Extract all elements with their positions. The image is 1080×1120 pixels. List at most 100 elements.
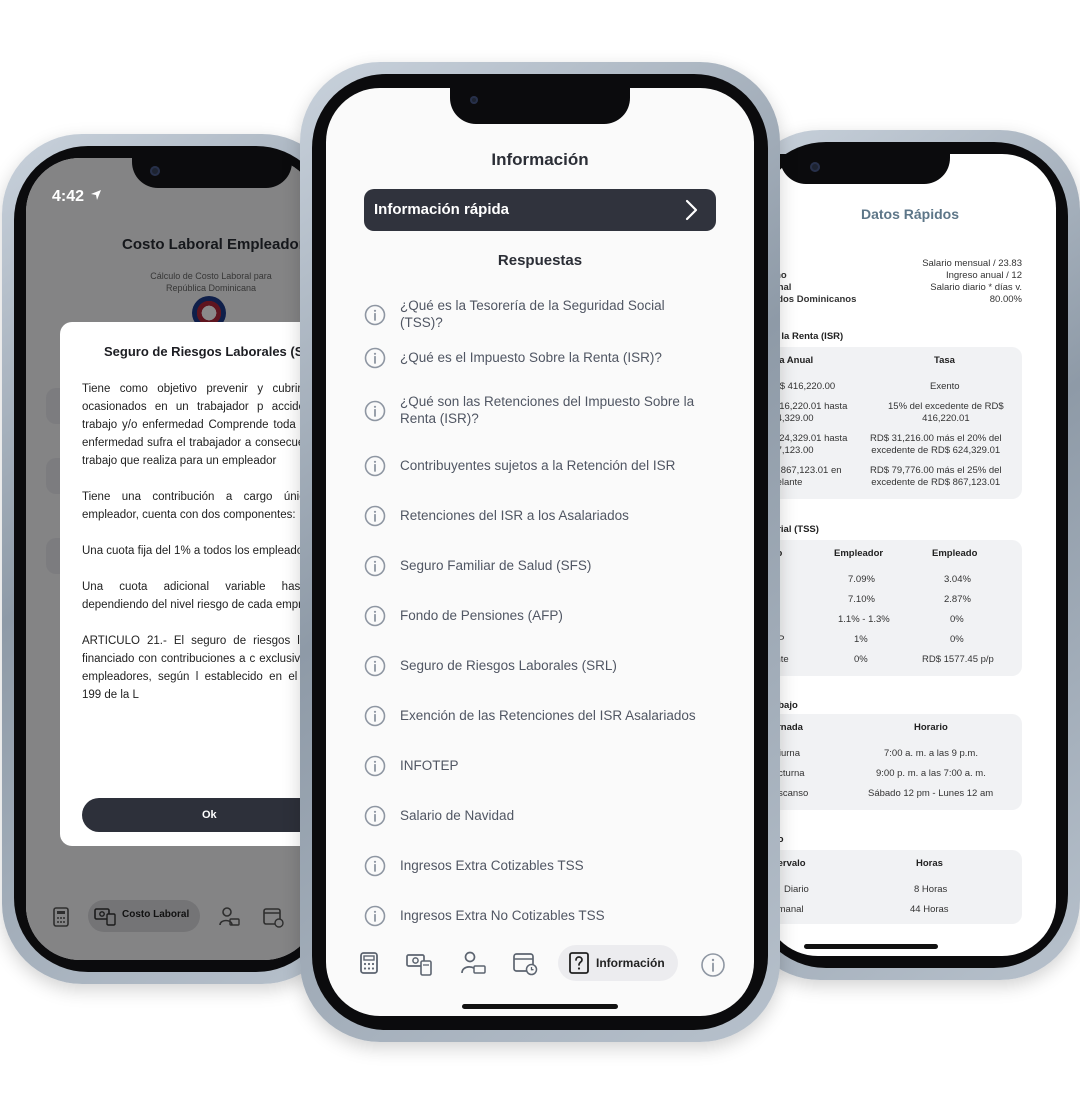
info-circle-icon xyxy=(364,855,386,877)
srl-info-modal: Seguro de Riesgos Laborales (S Tiene com… xyxy=(60,322,318,846)
answer-item-label: Retenciones del ISR a los Asalariados xyxy=(400,508,629,523)
info-circle-icon xyxy=(364,400,386,422)
center-phone-screen: Información Información rápida Respuesta… xyxy=(326,88,754,1016)
horas-cell: Diario xyxy=(784,884,809,895)
modal-title: Seguro de Riesgos Laborales (S xyxy=(104,344,304,359)
tss-cell: 3.04% xyxy=(944,574,971,585)
answer-item[interactable]: Ingresos Extra Cotizables TSS xyxy=(364,855,714,877)
money-calculator-icon[interactable] xyxy=(406,950,432,976)
status-time: 4:42 xyxy=(52,188,102,206)
user-money-icon[interactable] xyxy=(460,950,486,976)
status-time-text: 4:42 xyxy=(52,188,85,205)
quick-info-button[interactable]: Información rápida xyxy=(364,189,716,231)
info-circle-icon xyxy=(364,505,386,527)
chevron-right-icon xyxy=(685,199,698,221)
answers-header: Respuestas xyxy=(497,252,583,269)
isr-cell: RD$ 31,216.00 más el 20% del excedente d… xyxy=(870,433,1002,456)
kv-value: 80.00% xyxy=(989,294,1022,305)
answer-item-label: INFOTEP xyxy=(400,758,459,773)
isr-table: cala Anual Tasa RD$ 416,220.00 Exento $ … xyxy=(764,347,1022,499)
info-circle-icon xyxy=(364,805,386,827)
info-circle-icon xyxy=(364,605,386,627)
jornada-cell: 9:00 p. m. a las 7:00 a. m. xyxy=(876,768,986,779)
camera-icon xyxy=(470,96,478,104)
info-circle-icon xyxy=(364,455,386,477)
right-phone-screen: Datos Rápidos oSalario mensual / 23.83 d… xyxy=(764,154,1056,956)
tss-cell: 0% xyxy=(854,654,868,665)
horas-cell: 44 Horas xyxy=(910,904,949,915)
right-phone-frame: Datos Rápidos oSalario mensual / 23.83 d… xyxy=(740,130,1080,980)
tss-col-empleador: Empleador xyxy=(834,548,884,559)
tss-cell: 7.10% xyxy=(848,594,875,605)
tss-cell: 1% xyxy=(854,634,868,645)
datos-rapidos-title: Datos Rápidos xyxy=(860,206,959,222)
calendar-clock-icon[interactable] xyxy=(512,950,538,976)
answer-item[interactable]: INFOTEP xyxy=(364,755,714,777)
page-title: Información xyxy=(491,150,589,169)
answer-item-label: Seguro de Riesgos Laborales (SRL) xyxy=(400,658,617,673)
answer-item[interactable]: Salario de Navidad xyxy=(364,805,714,827)
info-circle-icon xyxy=(364,347,386,369)
info-circle-icon xyxy=(364,755,386,777)
camera-icon xyxy=(150,166,160,176)
quick-info-label: Información rápida xyxy=(374,201,510,218)
answer-item[interactable]: Fondo de Pensiones (AFP) xyxy=(364,605,714,627)
info-circle-icon xyxy=(364,304,386,326)
jornada-table: Jornada Horario Diurna 7:00 a. m. a las 9… xyxy=(764,714,1022,810)
horas-table: Intervalo Horas Diario 8 Horas Semanal 44 … xyxy=(764,850,1022,924)
isr-cell: Exento xyxy=(930,381,960,392)
answer-item-label: Salario de Navidad xyxy=(400,808,515,823)
horas-col: Horas xyxy=(916,858,943,869)
kv-value: Ingreso anual / 12 xyxy=(945,270,1022,281)
isr-cell: RD$ 79,776.00 más el 25% del excedente d… xyxy=(870,465,1002,488)
modal-body: Tiene como objetivo prevenir y cubrir da… xyxy=(82,383,318,701)
ok-button[interactable]: Ok xyxy=(82,798,318,832)
answer-item[interactable]: Seguro Familiar de Salud (SFS) xyxy=(364,555,714,577)
right-notch xyxy=(780,154,950,184)
answer-item[interactable]: ¿Qué es el Impuesto Sobre la Renta (ISR)… xyxy=(364,347,714,369)
answer-item[interactable]: Ingresos Extra No Cotizables TSS xyxy=(364,905,714,927)
answer-item-label: Ingresos Extra No Cotizables TSS xyxy=(400,908,605,923)
tss-cell: RD$ 1577.45 p/p xyxy=(922,654,994,665)
answer-item[interactable]: Retenciones del ISR a los Asalariados xyxy=(364,505,714,527)
info-circle-icon[interactable] xyxy=(700,952,726,978)
left-phone-frame: Costo Laboral Empleador Cálculo de Costo… xyxy=(2,134,342,984)
tss-cell: 1.1% - 1.3% xyxy=(838,614,890,625)
tss-cell: 0% xyxy=(950,634,964,645)
question-book-icon xyxy=(569,952,589,974)
answer-item[interactable]: Exención de las Retenciones del ISR Asal… xyxy=(364,705,714,727)
answer-item[interactable]: Contribuyentes sujetos a la Retención de… xyxy=(364,455,714,477)
camera-icon xyxy=(810,162,820,172)
tab-informacion[interactable]: Información xyxy=(558,945,678,981)
kv-value: Salario diario * días v. xyxy=(930,282,1022,293)
home-indicator xyxy=(462,1004,618,1009)
answer-item-label: ¿Qué es la Tesorería de la Seguridad Soc… xyxy=(400,298,665,330)
tss-cell: 7.09% xyxy=(848,574,875,585)
left-phone-screen: Costo Laboral Empleador Cálculo de Costo… xyxy=(26,158,318,960)
answer-item-label: Contribuyentes sujetos a la Retención de… xyxy=(400,458,676,473)
isr-cell: 15% del excedente de RD$ 416,220.01 xyxy=(888,401,1004,424)
center-notch xyxy=(450,88,630,124)
info-circle-icon xyxy=(364,905,386,927)
answer-item[interactable]: Seguro de Riesgos Laborales (SRL) xyxy=(364,655,714,677)
answer-item-label: Ingresos Extra Cotizables TSS xyxy=(400,858,584,873)
answer-item-label: ¿Qué son las Retenciones del Impuesto So… xyxy=(400,394,695,426)
jornada-cell: Sábado 12 pm - Lunes 12 am xyxy=(868,788,994,799)
calculator-icon[interactable] xyxy=(356,950,382,976)
horario-col: Horario xyxy=(914,722,948,733)
tss-cell: 2.87% xyxy=(944,594,971,605)
horas-cell: 8 Horas xyxy=(914,884,948,895)
answer-item-label: Exención de las Retenciones del ISR Asal… xyxy=(400,708,696,723)
tss-cell: 0% xyxy=(950,614,964,625)
home-indicator xyxy=(804,944,938,949)
info-circle-icon xyxy=(364,705,386,727)
answer-item[interactable]: ¿Qué es la Tesorería de la Seguridad Soc… xyxy=(364,297,714,333)
tss-table: icio Empleador Empleado S7.09%3.04% P7.1… xyxy=(764,540,1022,676)
tss-col-empleado: Empleado xyxy=(932,548,978,559)
left-notch xyxy=(132,158,292,188)
answer-item[interactable]: ¿Qué son las Retenciones del Impuesto So… xyxy=(364,393,714,429)
kv-value: Salario mensual / 23.83 xyxy=(922,258,1022,269)
isr-col-tasa: Tasa xyxy=(934,355,955,366)
info-circle-icon xyxy=(364,655,386,677)
center-phone-frame: Información Información rápida Respuesta… xyxy=(300,62,780,1042)
